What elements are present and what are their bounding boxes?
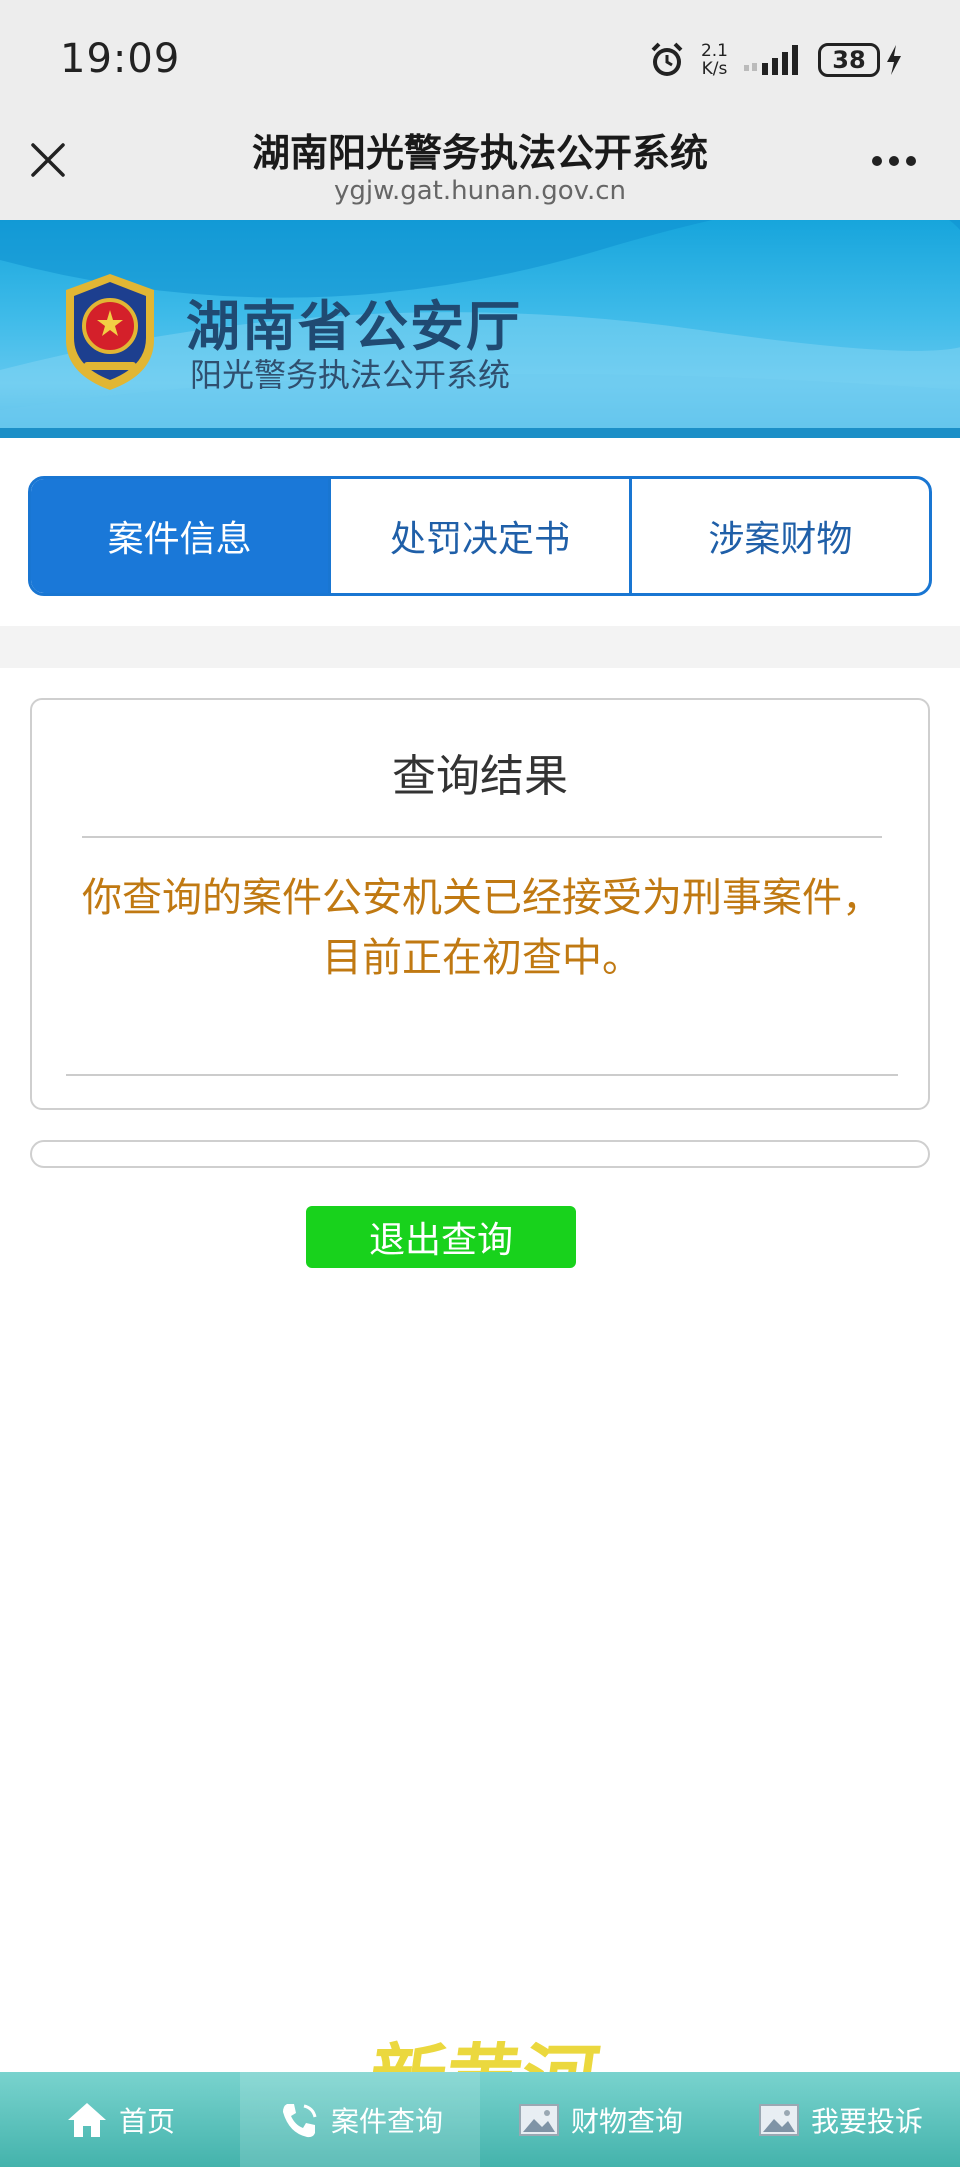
more-options-icon[interactable] [870, 154, 918, 168]
network-speed: 2.1 K/s [701, 42, 728, 78]
home-icon [67, 2102, 106, 2137]
tab-penalty-decision[interactable]: 处罚决定书 [331, 479, 632, 593]
nav-home-label: 首页 [118, 2104, 175, 2138]
police-emblem-icon [66, 274, 154, 390]
tab-case-property[interactable]: 涉案财物 [632, 479, 929, 593]
alarm-icon [651, 42, 683, 76]
image-icon [758, 2103, 799, 2136]
phone-icon [282, 2103, 317, 2137]
empty-panel [30, 1140, 930, 1168]
nav-property-query-label: 财物查询 [570, 2104, 683, 2138]
result-divider-top [82, 836, 882, 838]
nav-case-query-label: 案件查询 [330, 2104, 443, 2138]
net-speed-unit: K/s [701, 59, 728, 79]
status-bar: 19:09 2.1 K/s 38 [0, 0, 960, 118]
result-message: 你查询的案件公安机关已经接受为刑事案件，目前正在初查中。 [82, 875, 882, 981]
tab-bar: 案件信息 处罚决定书 涉案财物 [28, 476, 932, 596]
tab-case-info[interactable]: 案件信息 [31, 479, 332, 593]
net-speed-value: 2.1 [700, 41, 728, 61]
result-card: 查询结果 你查询的案件公安机关已经接受为刑事案件，目前正在初查中。 [30, 698, 930, 1110]
page-title: 湖南阳光警务执法公开系统 [251, 131, 708, 175]
result-title: 查询结果 [392, 751, 568, 802]
banner-subtitle: 阳光警务执法公开系统 [190, 356, 511, 394]
browser-title-bar: 湖南阳光警务执法公开系统 ygjw.gat.hunan.gov.cn [0, 118, 960, 220]
banner-stripe [0, 428, 960, 438]
status-time: 19:09 [60, 36, 181, 82]
image-icon [518, 2103, 559, 2136]
nav-complaint[interactable]: 我要投诉 [720, 2072, 960, 2167]
charging-bolt-icon [887, 45, 901, 75]
header-banner: 湖南省公安厅 阳光警务执法公开系统 [0, 220, 960, 438]
nav-property-query[interactable]: 财物查询 [480, 2072, 720, 2167]
status-indicators: 2.1 K/s 38 [647, 36, 904, 84]
signal-icon [744, 45, 798, 75]
battery-level: 38 [818, 43, 880, 77]
battery-indicator: 38 [818, 43, 904, 77]
bottom-navigation: 首页 案件查询 财物查询 我要投诉 [0, 2072, 960, 2167]
section-divider-band [0, 626, 960, 668]
nav-case-query[interactable]: 案件查询 [240, 2072, 480, 2167]
page-url: ygjw.gat.hunan.gov.cn [333, 176, 627, 206]
nav-home[interactable]: 首页 [0, 2072, 240, 2167]
result-divider-bottom [66, 1074, 898, 1076]
nav-complaint-label: 我要投诉 [810, 2104, 923, 2138]
exit-query-button[interactable]: 退出查询 [306, 1206, 576, 1268]
